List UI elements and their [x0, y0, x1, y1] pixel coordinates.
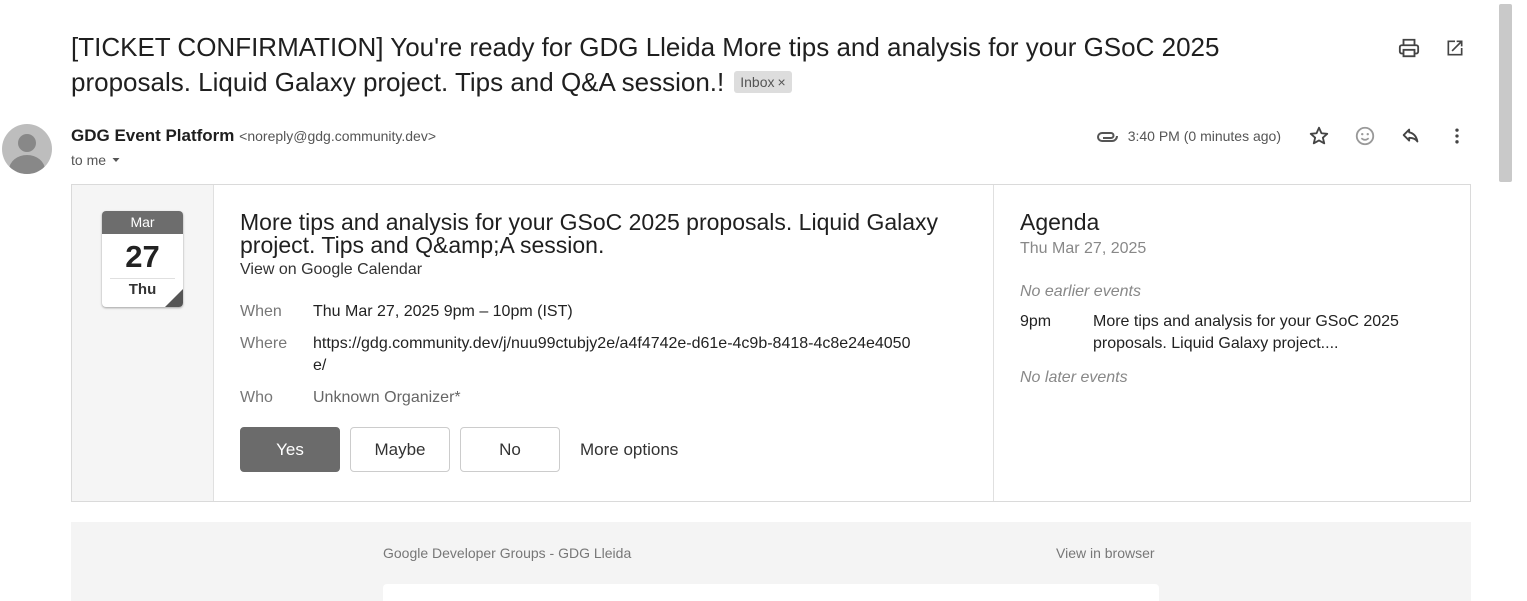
email-body-header: Google Developer Groups - GDG Lleida Vie…	[71, 522, 1471, 601]
where-row: Where https://gdg.community.dev/j/nuu99c…	[240, 333, 993, 377]
sender-line: GDG Event Platform <noreply@gdg.communit…	[71, 126, 436, 146]
calendar-date-icon: Mar 27 Thu	[102, 211, 183, 307]
agenda-event-desc: More tips and analysis for your GSoC 202…	[1093, 313, 1399, 352]
email-content-card	[383, 584, 1159, 601]
reply-icon[interactable]	[1399, 124, 1423, 148]
inbox-label-chip[interactable]: Inbox ×	[734, 71, 792, 93]
message-time: 3:40 PM (0 minutes ago)	[1127, 128, 1281, 144]
sender-email: <noreply@gdg.community.dev>	[239, 128, 436, 144]
vertical-scrollbar[interactable]	[1499, 4, 1512, 182]
when-row: When Thu Mar 27, 2025 9pm – 10pm (IST)	[240, 301, 993, 323]
when-value: Thu Mar 27, 2025 9pm – 10pm (IST)	[313, 303, 573, 320]
event-title: More tips and analysis for your GSoC 202…	[240, 209, 939, 258]
who-value: Unknown Organizer*	[313, 389, 461, 406]
paperclip-icon	[1096, 132, 1118, 142]
subject-text: [TICKET CONFIRMATION] You're ready for G…	[71, 32, 1220, 97]
agenda-event[interactable]: 9pm More tips and analysis for your GSoC…	[1020, 311, 1470, 355]
org-name: Google Developer Groups - GDG Lleida	[383, 545, 632, 561]
remove-label-icon[interactable]: ×	[778, 74, 786, 90]
recipient-text: to me	[71, 152, 107, 168]
who-row: Who Unknown Organizer*	[240, 387, 993, 409]
agenda-date: Thu Mar 27, 2025	[1020, 240, 1147, 257]
print-icon[interactable]	[1397, 36, 1421, 60]
view-in-browser-link[interactable]: View in browser	[1056, 545, 1155, 561]
rsvp-no-button[interactable]: No	[460, 427, 560, 472]
rsvp-yes-button[interactable]: Yes	[240, 427, 340, 472]
agenda-title: Agenda	[1020, 209, 1100, 235]
event-details-panel: More tips and analysis for your GSoC 202…	[214, 185, 994, 501]
open-new-window-icon[interactable]	[1443, 36, 1467, 60]
sender-name[interactable]: GDG Event Platform	[71, 126, 234, 145]
more-options-link[interactable]: More options	[580, 440, 678, 460]
email-subject: [TICKET CONFIRMATION] You're ready for G…	[71, 30, 1331, 100]
calendar-day: 27	[125, 239, 160, 274]
when-label: When	[240, 303, 282, 320]
agenda-event-time: 9pm	[1020, 313, 1052, 330]
calendar-month: Mar	[102, 211, 183, 234]
who-label: Who	[240, 389, 273, 406]
recipient-toggle[interactable]: to me	[71, 152, 122, 168]
rsvp-maybe-button[interactable]: Maybe	[350, 427, 450, 472]
where-label: Where	[240, 335, 288, 352]
rsvp-buttons: Yes Maybe No More options	[240, 427, 993, 472]
no-earlier-events: No earlier events	[1020, 283, 1141, 300]
agenda-panel: Agenda Thu Mar 27, 2025 No earlier event…	[994, 185, 1470, 501]
dropdown-icon[interactable]	[110, 154, 122, 166]
sender-avatar[interactable]	[2, 124, 52, 174]
more-vert-icon[interactable]	[1445, 124, 1469, 148]
message-actions: 3:40 PM (0 minutes ago)	[1096, 124, 1469, 148]
view-on-google-calendar-link[interactable]: View on Google Calendar	[240, 261, 422, 279]
no-later-events: No later events	[1020, 369, 1128, 386]
where-value[interactable]: https://gdg.community.dev/j/nuu99ctubjy2…	[313, 333, 913, 377]
calendar-invite-card: Mar 27 Thu More tips and analysis for yo…	[71, 184, 1471, 502]
star-icon[interactable]	[1307, 124, 1331, 148]
calendar-icon-panel: Mar 27 Thu	[72, 185, 214, 501]
emoji-icon[interactable]	[1353, 124, 1377, 148]
subject-actions	[1397, 36, 1467, 60]
